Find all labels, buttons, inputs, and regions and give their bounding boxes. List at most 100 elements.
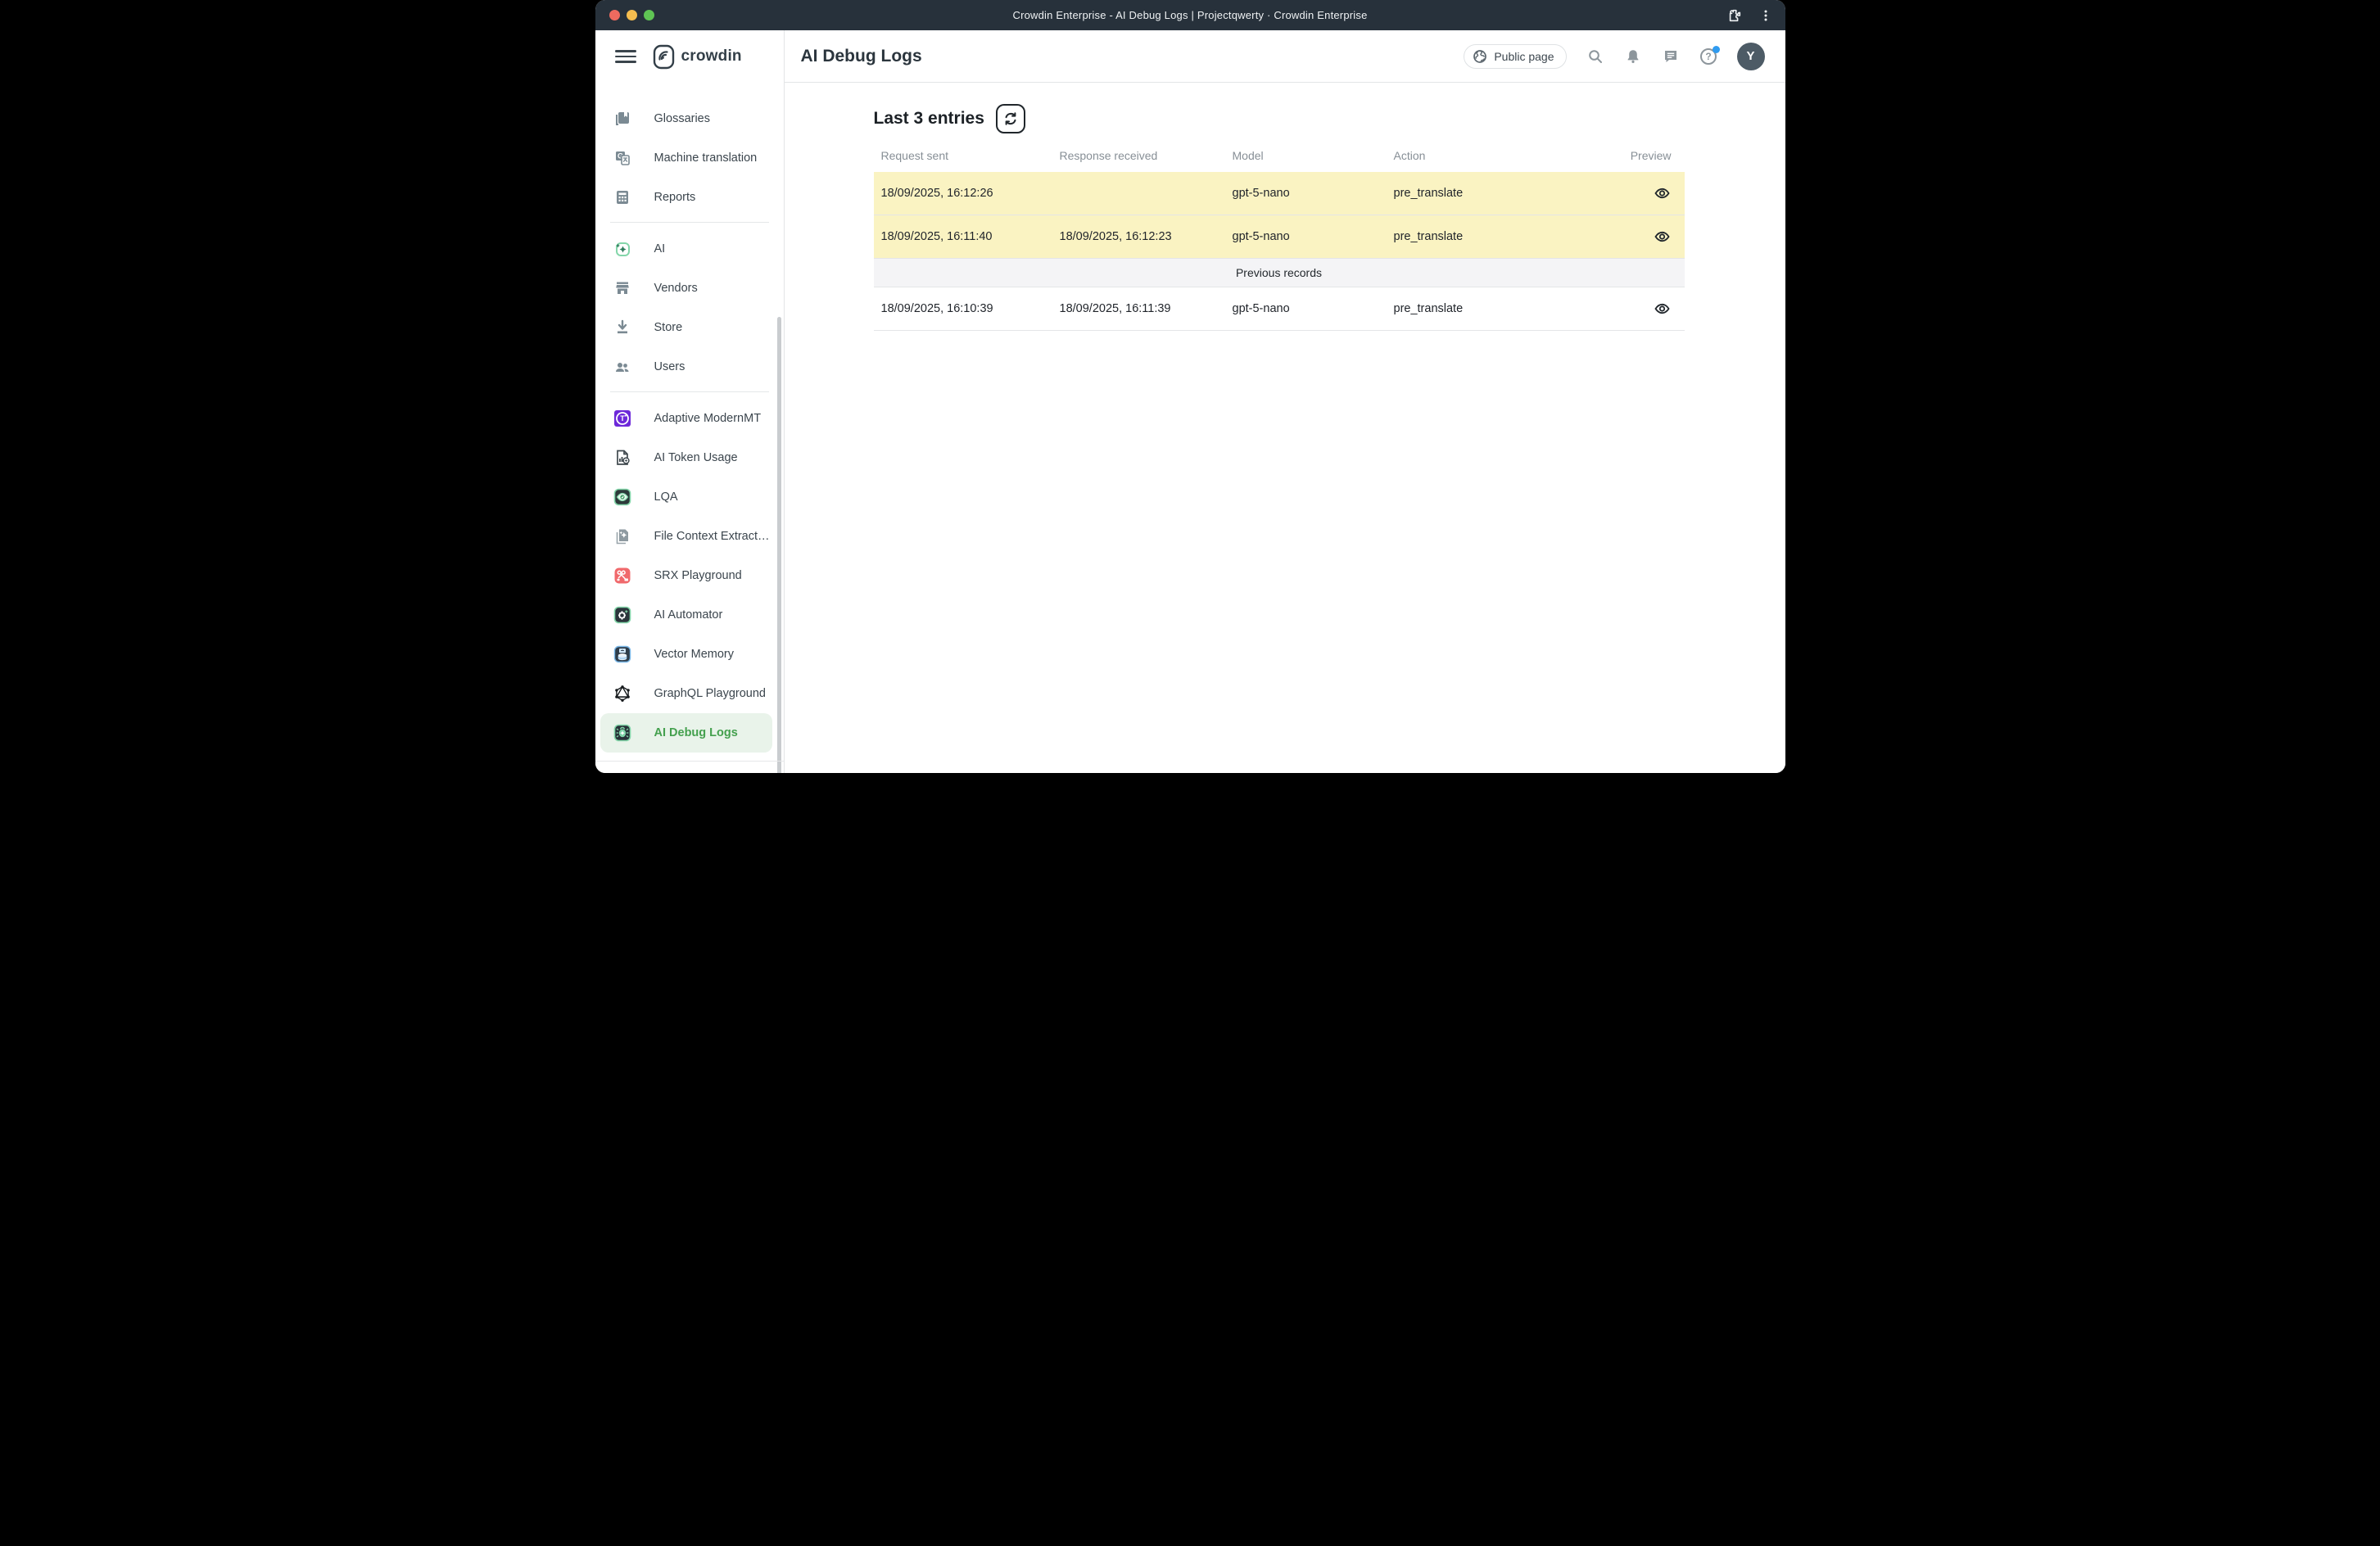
user-avatar[interactable]: Y [1737, 43, 1765, 70]
column-header-model: Model [1225, 149, 1387, 162]
svg-text:T: T [620, 414, 625, 423]
sidebar-item-label: Vendors [654, 282, 698, 295]
sidebar-item-store[interactable]: Store [600, 308, 772, 347]
hamburger-menu-icon[interactable] [615, 48, 636, 65]
cell-action: pre_translate [1387, 302, 1611, 315]
sidebar-item-lqa[interactable]: LQA [600, 477, 772, 517]
entries-heading: Last 3 entries [874, 109, 984, 129]
sidebar-item-label: Machine translation [654, 151, 758, 165]
sidebar-header: crowdin [595, 30, 784, 83]
window-titlebar: Crowdin Enterprise - AI Debug Logs | Pro… [595, 0, 1785, 30]
column-header-response-received: Response received [1052, 149, 1225, 162]
window-title: Crowdin Enterprise - AI Debug Logs | Pro… [1012, 9, 1367, 21]
sidebar-item-ai-debug-logs[interactable]: AI Debug Logs [600, 713, 772, 753]
sidebar-item-label: AI Automator [654, 608, 723, 622]
content-area: Last 3 entries Request sent Response rec… [785, 83, 1785, 773]
crowdin-wordmark: crowdin [681, 47, 742, 66]
sidebar-item-file-context-extractor[interactable]: File Context Extract… [600, 517, 772, 556]
cell-request-sent: 18/09/2025, 16:10:39 [874, 302, 1052, 315]
refresh-icon [1002, 111, 1019, 127]
table-row: 18/09/2025, 16:11:40 18/09/2025, 16:12:2… [874, 215, 1685, 259]
page-title: AI Debug Logs [801, 47, 922, 66]
sidebar-item-label: LQA [654, 490, 678, 504]
app-window: Crowdin Enterprise - AI Debug Logs | Pro… [595, 0, 1785, 773]
ai-icon [613, 240, 631, 258]
main-header: AI Debug Logs Public page [785, 30, 1785, 83]
sidebar-item-label: SRX Playground [654, 569, 742, 582]
sidebar: crowdin Glossaries G Machine translation [595, 30, 785, 773]
sidebar-item-label: Vector Memory [654, 648, 735, 661]
sidebar-item-machine-translation[interactable]: G Machine translation [600, 138, 772, 178]
preview-eye-icon[interactable] [1654, 231, 1670, 242]
minimize-window-button[interactable] [627, 10, 637, 20]
public-page-label: Public page [1494, 50, 1554, 63]
table-row: 18/09/2025, 16:12:26 gpt-5-nano pre_tran… [874, 172, 1685, 215]
crowdin-logo[interactable]: crowdin [653, 44, 742, 70]
cell-model: gpt-5-nano [1225, 302, 1387, 315]
cell-model: gpt-5-nano [1225, 230, 1387, 243]
cell-request-sent: 18/09/2025, 16:12:26 [874, 187, 1052, 200]
sidebar-item-reports[interactable]: Reports [600, 178, 772, 217]
sidebar-item-graphql-playground[interactable]: GraphQL Playground [600, 674, 772, 713]
sidebar-item-ai[interactable]: AI [600, 229, 772, 269]
glossaries-icon [613, 110, 631, 128]
column-header-action: Action [1387, 149, 1611, 162]
vendors-icon [613, 279, 631, 297]
ai-token-usage-icon [613, 449, 631, 467]
preview-eye-icon[interactable] [1654, 303, 1670, 314]
help-icon[interactable]: ? [1699, 47, 1717, 66]
sidebar-nav: Glossaries G Machine translation Reports [595, 83, 784, 773]
column-header-request-sent: Request sent [874, 149, 1052, 162]
extensions-puzzle-icon[interactable] [1726, 7, 1743, 24]
users-icon [613, 358, 631, 376]
help-notification-dot [1713, 46, 1720, 53]
sidebar-item-label: Adaptive ModernMT [654, 412, 762, 425]
sidebar-item-ai-automator[interactable]: AI Automator [600, 595, 772, 635]
sidebar-item-label: Reports [654, 191, 696, 204]
public-page-button[interactable]: Public page [1464, 44, 1566, 69]
sidebar-item-label: AI Debug Logs [654, 726, 738, 739]
table-header-row: Request sent Response received Model Act… [874, 139, 1685, 172]
sidebar-bottom-divider [595, 761, 784, 762]
search-icon[interactable] [1586, 47, 1604, 66]
crowdin-logo-icon [653, 44, 675, 70]
cell-action: pre_translate [1387, 187, 1611, 200]
sidebar-item-label: Users [654, 360, 685, 373]
notifications-bell-icon[interactable] [1624, 47, 1642, 66]
sidebar-item-srx-playground[interactable]: SRX Playground [600, 556, 772, 595]
sidebar-item-label: GraphQL Playground [654, 687, 767, 700]
cell-action: pre_translate [1387, 230, 1611, 243]
sidebar-item-glossaries[interactable]: Glossaries [600, 99, 772, 138]
sidebar-item-vendors[interactable]: Vendors [600, 269, 772, 308]
sidebar-divider [610, 391, 769, 392]
previous-records-button[interactable]: Previous records [874, 259, 1685, 287]
srx-playground-icon [613, 567, 631, 585]
graphql-playground-icon [613, 685, 631, 703]
cell-request-sent: 18/09/2025, 16:11:40 [874, 230, 1052, 243]
machine-translation-icon: G [613, 149, 631, 167]
adaptive-modernmt-icon: T [613, 409, 631, 427]
zoom-window-button[interactable] [644, 10, 654, 20]
close-window-button[interactable] [609, 10, 620, 20]
cell-model: gpt-5-nano [1225, 187, 1387, 200]
cell-response-received: 18/09/2025, 16:12:23 [1052, 230, 1225, 243]
sidebar-divider [610, 222, 769, 223]
store-icon [613, 319, 631, 337]
refresh-button[interactable] [996, 104, 1025, 133]
messages-chat-icon[interactable] [1662, 47, 1680, 66]
ai-automator-icon [613, 606, 631, 624]
sidebar-item-users[interactable]: Users [600, 347, 772, 386]
sidebar-item-ai-token-usage[interactable]: AI Token Usage [600, 438, 772, 477]
browser-menu-kebab-icon[interactable] [1758, 7, 1774, 24]
preview-eye-icon[interactable] [1654, 188, 1670, 199]
column-header-preview: Preview [1611, 149, 1685, 162]
reports-icon [613, 188, 631, 206]
debug-logs-table: Request sent Response received Model Act… [874, 139, 1685, 331]
traffic-lights [609, 0, 654, 30]
sidebar-item-adaptive-modernmt[interactable]: T Adaptive ModernMT [600, 399, 772, 438]
sidebar-scrollbar[interactable] [777, 317, 781, 773]
sidebar-item-vector-memory[interactable]: Vector Memory [600, 635, 772, 674]
sidebar-item-label: Store [654, 321, 683, 334]
ai-debug-logs-icon [613, 724, 631, 742]
sidebar-item-label: Glossaries [654, 112, 711, 125]
